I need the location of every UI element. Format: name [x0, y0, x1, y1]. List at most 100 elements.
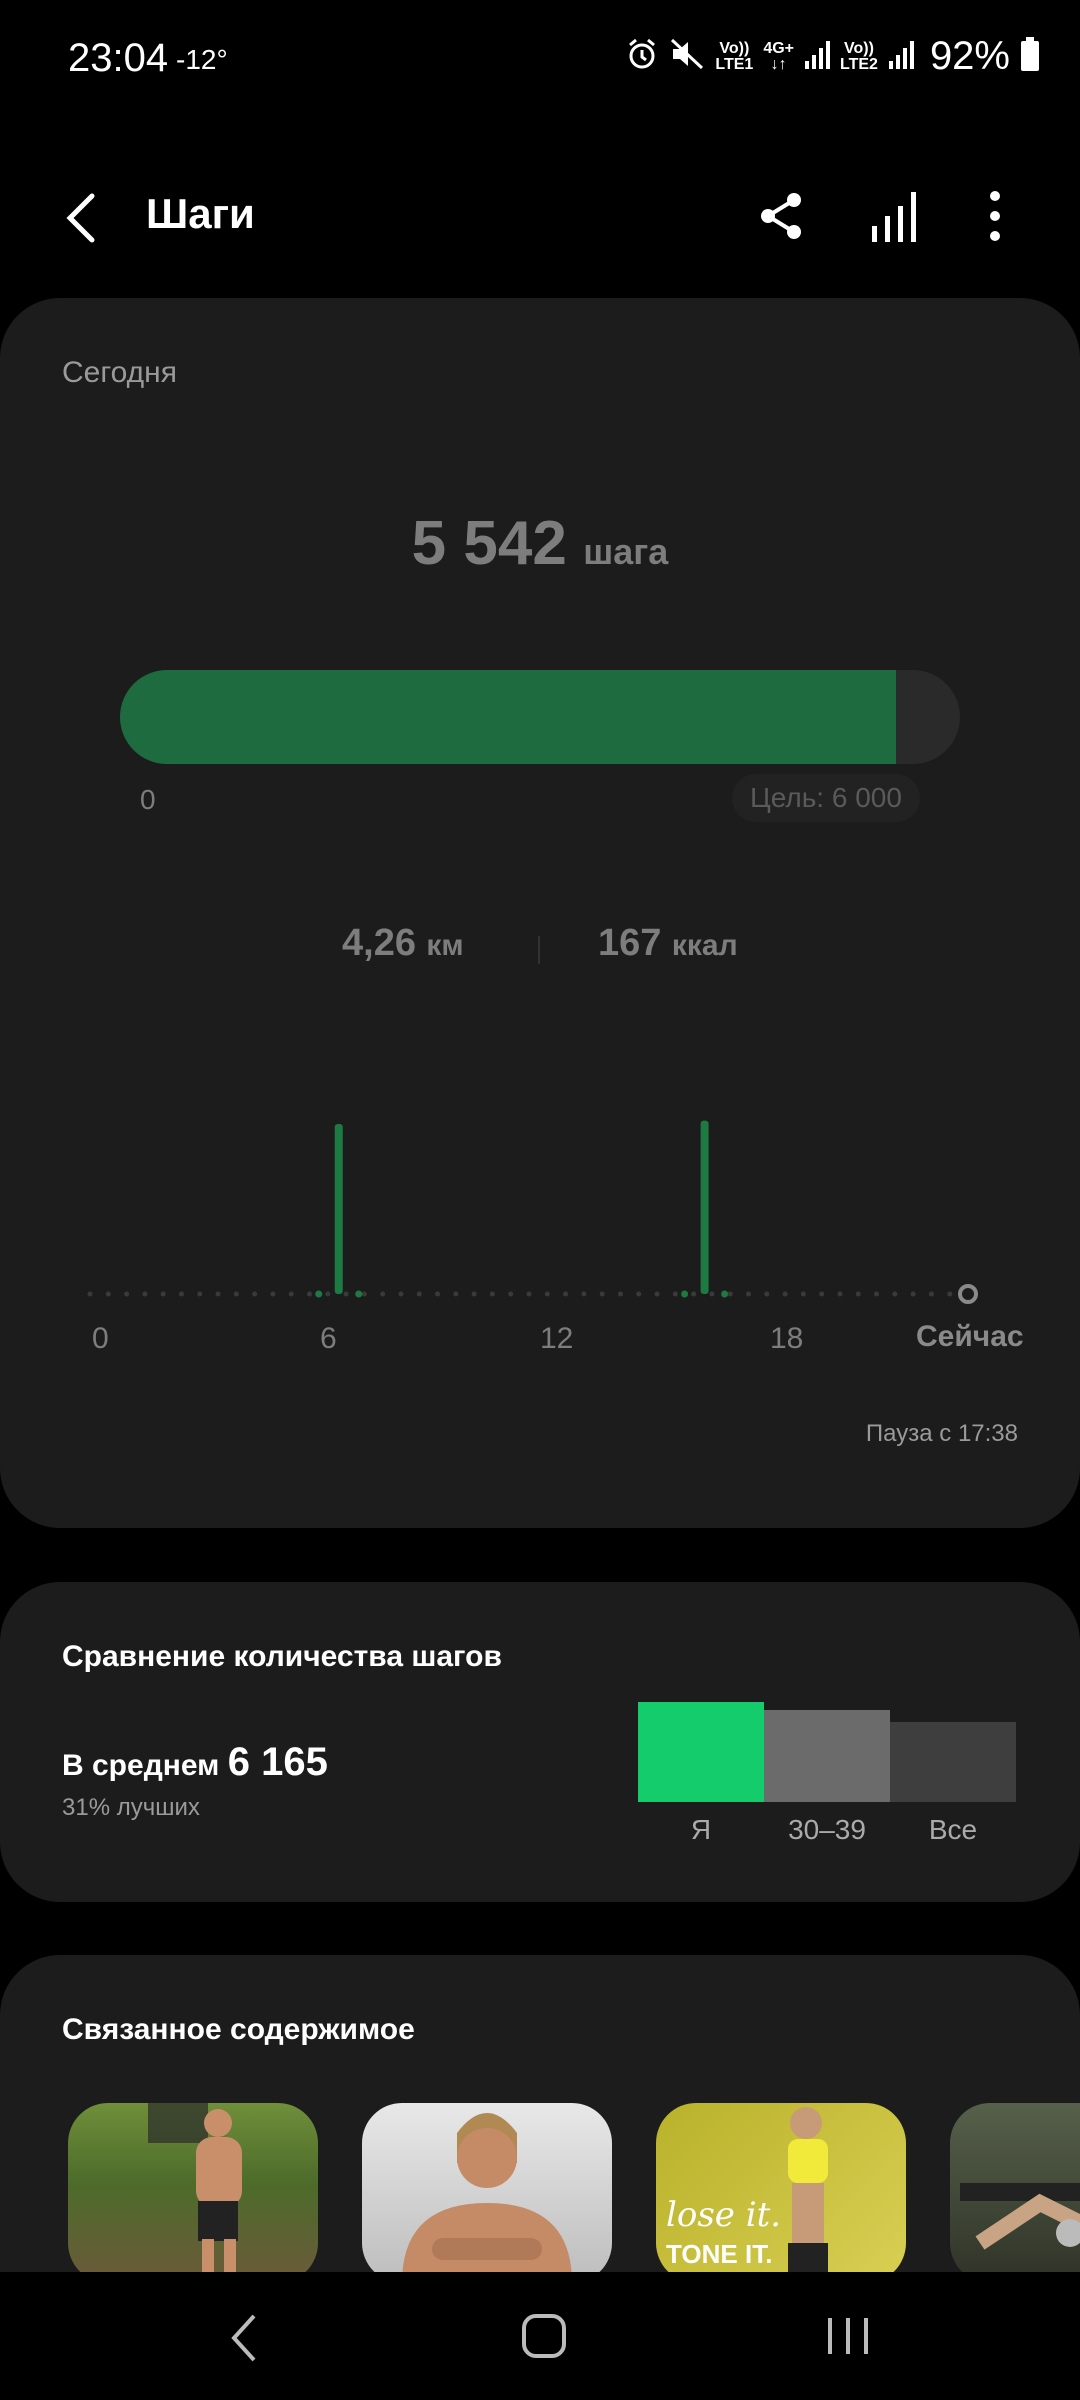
trends-button[interactable] — [864, 186, 924, 246]
axis-label-6: 6 — [320, 1322, 337, 1355]
activity-dot — [721, 1290, 729, 1298]
comparison-bar-all — [890, 1722, 1016, 1802]
baseline-dot — [855, 1291, 861, 1297]
comparison-bars — [638, 1702, 1018, 1802]
comparison-label-all: Все — [928, 1814, 978, 1845]
baseline-dot — [910, 1291, 916, 1297]
baseline-dot — [544, 1291, 550, 1297]
baseline-dot — [636, 1291, 642, 1297]
baseline-dot — [361, 1291, 367, 1297]
nav-recents-icon — [828, 2318, 868, 2354]
clock: 23:04 — [68, 36, 169, 80]
steps-progress-fill — [120, 670, 897, 764]
calories: 167 ккал — [598, 922, 738, 965]
activity-dot — [355, 1290, 363, 1298]
hour-bar — [334, 1124, 343, 1294]
baseline-dot — [160, 1291, 166, 1297]
baseline-dot — [672, 1291, 678, 1297]
nav-home-button[interactable] — [520, 2312, 568, 2360]
baseline-dot — [197, 1291, 203, 1297]
steps-value: 5 542 — [411, 509, 567, 578]
baseline-dot — [581, 1291, 587, 1297]
today-card[interactable]: Сегодня 5 542 шага 0 Цель: 6 000 4,26 км… — [0, 298, 1080, 1528]
baseline-dot — [124, 1291, 130, 1297]
axis-label-now: Сейчас — [916, 1320, 1024, 1353]
related-thumbnail-1[interactable] — [68, 2103, 318, 2275]
activity-dot — [681, 1290, 689, 1298]
workout-outdoor-image — [148, 2103, 242, 2275]
nav-recents-button[interactable] — [820, 2312, 880, 2360]
baseline-dot — [233, 1291, 239, 1297]
comparison-title: Сравнение количества шагов — [62, 1640, 502, 1673]
battery-percent: 92% — [929, 34, 1010, 78]
signal-icon-2 — [888, 39, 914, 74]
baseline-dot — [599, 1291, 605, 1297]
baseline-dot — [453, 1291, 459, 1297]
baseline-dot — [288, 1291, 294, 1297]
distance: 4,26 км — [342, 922, 464, 965]
baseline-dot — [874, 1291, 880, 1297]
alarm-icon — [625, 37, 659, 76]
gym-image — [960, 2183, 1080, 2250]
baseline-dot — [800, 1291, 806, 1297]
sim1-indicator: Vo)) LTE1 — [715, 39, 754, 73]
baseline-dot — [892, 1291, 898, 1297]
baseline-dot — [746, 1291, 751, 1297]
status-bar: 23:04 -12° Vo)) LTE1 4G+ ↓↑ Vo)) LTE2 92% — [0, 0, 1080, 120]
baseline-dot — [837, 1291, 843, 1297]
average-label: В среднем — [62, 1749, 220, 1782]
nav-back-button[interactable] — [220, 2308, 270, 2368]
related-thumbnail-4[interactable] — [950, 2103, 1080, 2275]
system-nav-bar — [0, 2272, 1080, 2400]
baseline-dot — [142, 1291, 148, 1297]
bar-chart-icon — [872, 192, 916, 242]
back-arrow-icon — [66, 193, 95, 243]
steps-comparison-card[interactable]: Сравнение количества шагов В среднем 6 1… — [0, 1582, 1080, 1902]
baseline-dot — [343, 1291, 349, 1297]
baseline-dot — [928, 1291, 934, 1297]
baseline-dot — [947, 1291, 953, 1297]
baseline-dot — [215, 1291, 221, 1297]
baseline-dot — [819, 1291, 825, 1297]
baseline-dot — [435, 1291, 441, 1297]
average-value: 6 165 — [227, 1740, 328, 1784]
distance-value: 4,26 — [342, 922, 416, 964]
comparison-bar-me — [638, 1702, 764, 1802]
baseline-dot — [471, 1291, 477, 1297]
comparison-label-me: Я — [690, 1814, 712, 1845]
today-label: Сегодня — [62, 356, 177, 389]
baseline-dot — [709, 1291, 715, 1297]
axis-label-12: 12 — [540, 1322, 574, 1355]
baseline-dot — [563, 1291, 569, 1297]
distance-unit: км — [426, 929, 464, 962]
baseline-dot — [654, 1291, 660, 1297]
baseline-dot — [508, 1291, 514, 1297]
calories-value: 167 — [598, 922, 662, 964]
signal-icon-1 — [804, 39, 830, 74]
divider — [538, 936, 540, 964]
hour-bar — [700, 1120, 709, 1294]
more-options-button[interactable] — [970, 186, 1020, 246]
baseline-dot — [178, 1291, 184, 1297]
goal-label[interactable]: Цель: 6 000 — [732, 774, 920, 822]
axis-label-0: 0 — [92, 1322, 109, 1355]
back-button[interactable] — [60, 188, 110, 248]
mute-icon — [669, 37, 705, 76]
baseline-dot — [105, 1291, 111, 1297]
related-thumbnail-2[interactable] — [362, 2103, 612, 2275]
baseline-dot — [526, 1291, 532, 1297]
baseline-dot — [325, 1291, 331, 1297]
sim2-indicator: Vo)) LTE2 — [840, 39, 878, 73]
axis-label-18: 18 — [770, 1322, 804, 1355]
share-button[interactable] — [752, 186, 812, 246]
more-vertical-icon — [990, 191, 1000, 241]
baseline-dot — [87, 1291, 93, 1297]
steps-progress-bar — [120, 670, 960, 764]
related-title: Связанное содержимое — [62, 2013, 415, 2046]
baseline-dot — [782, 1291, 788, 1297]
baseline-dot — [270, 1291, 276, 1297]
page-title: Шаги — [146, 190, 255, 237]
related-thumbnail-3[interactable]: lose it. TONE IT. — [656, 2103, 906, 2275]
nav-back-icon — [231, 2314, 256, 2362]
baseline-dot — [307, 1291, 312, 1297]
